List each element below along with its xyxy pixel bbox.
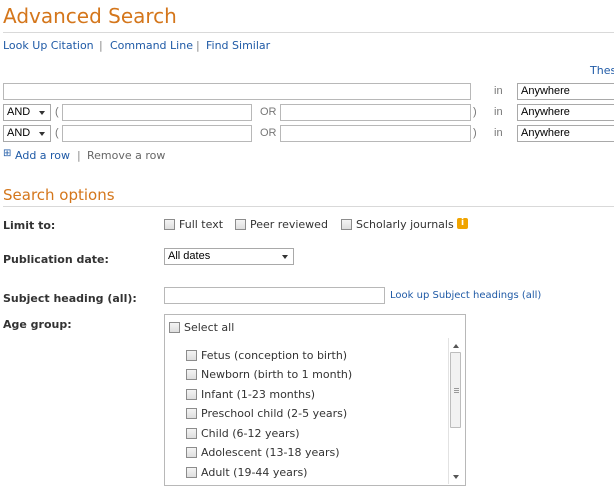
chevron-down-icon (282, 255, 288, 259)
age-item-checkbox[interactable] (186, 369, 197, 380)
subject-heading-label: Subject heading (all): (3, 292, 137, 305)
search-field-select-1[interactable]: Anywhere (517, 83, 614, 100)
page-title: Advanced Search (3, 4, 177, 28)
add-row-link[interactable]: Add a row (15, 149, 70, 162)
title-divider (3, 32, 614, 33)
command-line-link[interactable]: Command Line (110, 39, 193, 52)
publication-date-select[interactable]: All dates (164, 248, 294, 265)
scroll-down-icon[interactable] (453, 475, 459, 479)
in-label: in (494, 85, 503, 97)
age-item-label: Infant (1-23 months) (201, 388, 316, 401)
full-text-label: Full text (179, 218, 224, 231)
remove-row-link[interactable]: Remove a row (87, 149, 165, 162)
full-text-checkbox[interactable] (164, 219, 175, 230)
peer-reviewed-label: Peer reviewed (250, 218, 328, 231)
or-label: OR (260, 106, 277, 118)
in-label: in (494, 127, 503, 139)
find-similar-link[interactable]: Find Similar (206, 39, 270, 52)
age-item-checkbox[interactable] (186, 408, 197, 419)
chevron-down-icon (39, 111, 45, 115)
scrollbar-thumb[interactable] (450, 352, 461, 428)
thesaurus-link[interactable]: Thes (590, 64, 614, 77)
search-options-heading: Search options (3, 186, 115, 204)
link-separator: | (196, 39, 200, 52)
peer-reviewed-checkbox[interactable] (235, 219, 246, 230)
subject-heading-input[interactable] (164, 287, 385, 304)
info-icon[interactable]: i (457, 218, 468, 229)
section-divider (3, 206, 614, 207)
search-term-input-3a[interactable] (62, 125, 252, 142)
age-item-checkbox[interactable] (186, 447, 197, 458)
age-item-label: Fetus (conception to birth) (201, 349, 348, 362)
boolean-operator-select-2[interactable]: AND (3, 104, 51, 121)
age-group-label: Age group: (3, 318, 72, 331)
limit-to-label: Limit to: (3, 219, 56, 232)
publication-date-value: All dates (168, 250, 211, 262)
search-term-input-3b[interactable] (280, 125, 471, 142)
grip-icon (454, 388, 459, 389)
grip-icon (454, 392, 459, 393)
open-paren: ( (55, 106, 59, 118)
operator-value: AND (7, 127, 31, 139)
link-separator: | (77, 149, 81, 162)
search-term-input-1[interactable] (3, 83, 471, 100)
search-term-input-2b[interactable] (280, 104, 471, 121)
age-item-checkbox[interactable] (186, 350, 197, 361)
look-up-subject-headings-link[interactable]: Look up Subject headings (all) (390, 290, 541, 301)
search-field-select-2[interactable]: Anywhere (517, 104, 614, 121)
search-field-select-3[interactable]: Anywhere (517, 125, 614, 142)
open-paren: ( (55, 127, 59, 139)
age-item-label: Adolescent (13-18 years) (201, 446, 340, 459)
boolean-operator-select-3[interactable]: AND (3, 125, 51, 142)
select-all-label: Select all (184, 321, 235, 334)
age-item-label: Preschool child (2-5 years) (201, 407, 348, 420)
age-item-checkbox[interactable] (186, 428, 197, 439)
scholarly-journals-checkbox[interactable] (341, 219, 352, 230)
age-group-scrollbar[interactable] (448, 338, 462, 484)
age-item-label: Child (6-12 years) (201, 427, 300, 440)
grip-icon (454, 390, 459, 391)
age-item-label: Newborn (birth to 1 month) (201, 368, 353, 381)
close-paren: ) (473, 106, 477, 118)
search-term-input-2a[interactable] (62, 104, 252, 121)
close-paren: ) (473, 127, 477, 139)
link-separator: | (99, 39, 103, 52)
age-item-checkbox[interactable] (186, 467, 197, 478)
chevron-down-icon (39, 132, 45, 136)
age-item-label: Adult (19-44 years) (201, 466, 308, 479)
in-label: in (494, 106, 503, 118)
or-label: OR (260, 127, 277, 139)
age-item-checkbox[interactable] (186, 389, 197, 400)
look-up-citation-link[interactable]: Look Up Citation (3, 39, 94, 52)
scroll-up-icon[interactable] (453, 344, 459, 348)
operator-value: AND (7, 106, 31, 118)
select-all-checkbox[interactable] (169, 322, 180, 333)
scholarly-journals-label: Scholarly journals (356, 218, 454, 231)
add-row-icon[interactable]: ⊞ (3, 148, 11, 159)
publication-date-label: Publication date: (3, 253, 109, 266)
